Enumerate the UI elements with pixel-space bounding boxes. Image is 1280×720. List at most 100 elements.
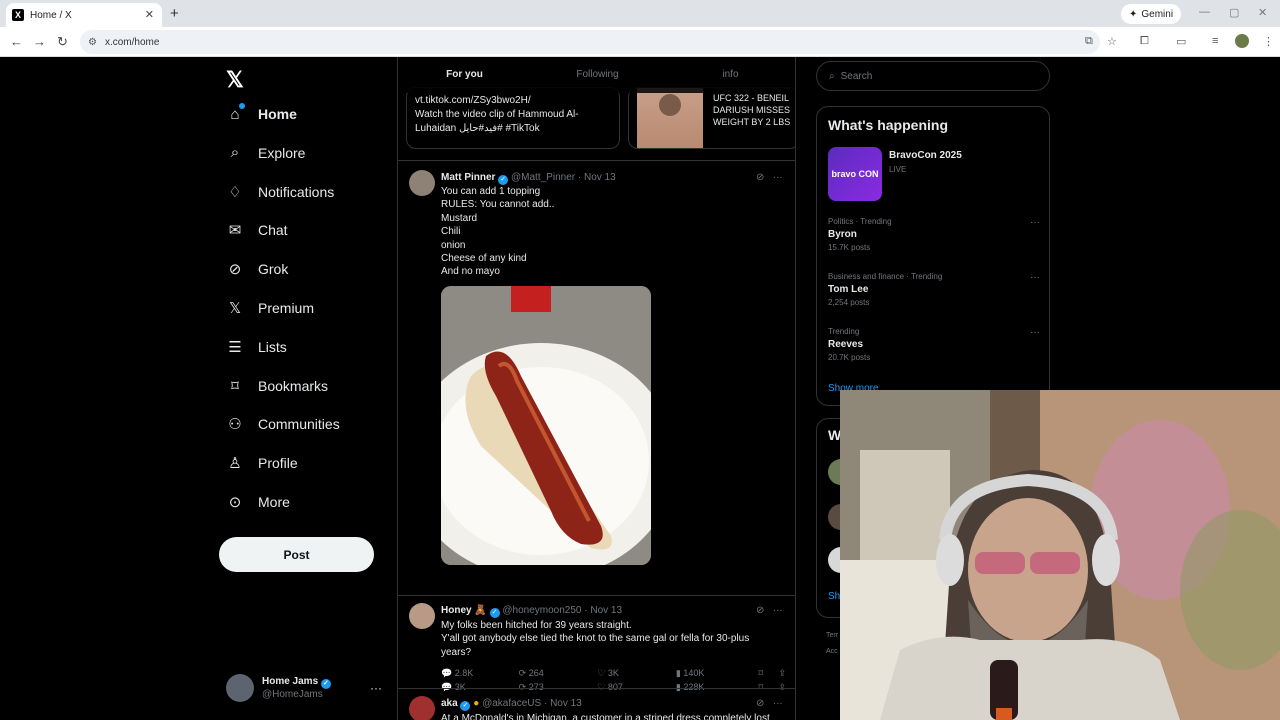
site-info-icon[interactable]: ⚙ [88,37,97,48]
timeline-tabs: For you Following info [398,57,795,93]
grok-icon[interactable]: ⊘ [756,605,764,616]
tweet-more-icon[interactable]: ··· [773,698,783,709]
author-handle[interactable]: @Matt_Pinner [511,172,575,183]
bookmark-star-icon[interactable]: ☆ [1107,35,1117,48]
news-card-line-2: DARIUSH MISSES [713,105,791,115]
tab-for-you[interactable]: For you [398,57,531,93]
link-card[interactable]: vt.tiktok.com/ZSy3bwo2H/ Watch the video… [406,87,620,149]
reply-button[interactable]: 💬 2.8K [441,668,519,679]
panel-title: What's happening [828,117,948,133]
author-handle[interactable]: @akafaceUS [482,698,541,709]
sidebar-item-more[interactable]: ⊙ More [226,493,290,511]
author-handle[interactable]: @honeymoon250 [502,605,581,616]
extensions-icon[interactable]: ⧠ [1140,35,1149,48]
trend-more-icon[interactable]: ··· [1030,217,1040,228]
trend-more-icon[interactable]: ··· [1030,327,1040,338]
avatar[interactable] [409,603,435,629]
x-logo-icon[interactable]: 𝕏 [226,67,244,93]
tweet-header: Honey 🧸 ✓ @honeymoon250 · Nov 13 [441,605,622,618]
sidebar-item-lists[interactable]: ☰ Lists [226,338,287,356]
hotdog-photo[interactable] [441,286,651,565]
avatar[interactable] [409,170,435,196]
browser-menu-icon[interactable]: ⋮ [1263,35,1274,48]
tweet-text: At a McDonald's in Michigan, a customer … [441,712,781,720]
sidebar-item-profile[interactable]: ♙ Profile [226,454,298,472]
post-button[interactable]: Post [219,537,374,572]
sidebar-item-chat[interactable]: ✉ Chat [226,221,288,239]
footer-link[interactable]: Acc [826,644,838,660]
search-input[interactable]: ⌕ Search [816,61,1050,91]
author-name[interactable]: Matt Pinner [441,172,495,183]
footer-link[interactable]: Terr [826,628,838,644]
sidebar-item-label: Profile [258,455,298,472]
forward-icon[interactable]: → [33,34,46,49]
tweet-more-icon[interactable]: ··· [773,172,783,183]
media-icon[interactable]: ≡ [1212,35,1218,47]
new-tab-button[interactable]: + [170,5,179,22]
sidebar-item-label: Premium [258,300,315,316]
gemini-icon: ✦ [1129,8,1138,20]
url-field[interactable]: ⚙ x.com/home [80,30,1100,54]
tweet-text: My folks been hitched for 39 years strai… [441,619,781,659]
sidebar-item-home[interactable]: ⌂ Home [226,103,297,123]
show-more-link[interactable]: Sh [828,591,840,602]
back-icon[interactable]: ← [10,34,23,49]
author-name[interactable]: aka [441,698,458,709]
tab-info[interactable]: info [664,57,795,93]
cast-icon[interactable]: ▭ [1176,35,1186,48]
name-emoji: 🧸 [474,605,487,616]
repost-button[interactable]: ⟳ 264 [519,668,598,679]
sidebar-item-explore[interactable]: ⌕ Explore [226,144,306,162]
sidebar-item-grok[interactable]: ⊘ Grok [226,260,289,278]
account-more-icon[interactable]: ··· [370,681,382,695]
grok-icon[interactable]: ⊘ [756,172,764,183]
trend-item[interactable]: Trending Reeves 20.7K posts [828,325,870,364]
sidebar-item-premium[interactable]: 𝕏 Premium [226,299,314,317]
grok-icon[interactable]: ⊘ [756,698,764,709]
bookmark-icon[interactable]: ⌑ [759,668,779,679]
tweet[interactable]: Honey 🧸 ✓ @honeymoon250 · Nov 13 ⊘ ··· M… [398,595,795,687]
search-placeholder: Search [840,70,873,82]
trend-item[interactable]: Politics · Trending Byron 15.7K posts [828,215,892,254]
trend-posts: 15.7K posts [828,243,871,252]
tweet-date[interactable]: Nov 13 [550,698,582,709]
gemini-button[interactable]: ✦ Gemini [1121,4,1182,24]
trend-item[interactable]: Business and finance · Trending Tom Lee … [828,270,942,309]
browser-tab[interactable]: X Home / X ✕ [6,3,162,27]
like-button[interactable]: ♡ 3K [597,668,676,679]
trend-more-icon[interactable]: ··· [1030,272,1040,283]
account-handle: @HomeJams [262,689,323,700]
bell-icon: ♢ [228,183,242,201]
account-switcher[interactable]: Home Jams ✓ @HomeJams [226,674,331,702]
reload-icon[interactable]: ↻ [57,34,68,50]
bravocon-image[interactable]: bravo CON [828,147,882,201]
tweet[interactable]: Matt Pinner ✓ @Matt_Pinner · Nov 13 ⊘ ··… [398,160,795,692]
tweet[interactable]: aka ✓ ● @akafaceUS · Nov 13 ⊘ ··· At a M… [398,688,795,720]
maximize-icon[interactable]: ▢ [1229,6,1239,19]
tweet-date[interactable]: Nov 13 [584,172,616,183]
search-icon: ⌕ [829,70,835,82]
window-close-icon[interactable]: ✕ [1258,6,1267,19]
news-card[interactable]: UFC 322 - BENEIL DARIUSH MISSES WEIGHT B… [628,87,795,149]
minimize-icon[interactable]: — [1199,6,1210,18]
verified-icon: ✓ [498,175,509,185]
tweet-date[interactable]: Nov 13 [590,605,622,616]
close-tab-icon[interactable]: ✕ [145,8,154,21]
avatar[interactable] [409,696,435,720]
sidebar-item-bookmarks[interactable]: ⌑ Bookmarks [226,377,328,395]
tab-following[interactable]: Following [531,57,664,93]
browser-profile-avatar[interactable] [1235,34,1249,48]
share-icon[interactable]: ⇪ [778,668,786,679]
tweet-more-icon[interactable]: ··· [773,605,783,616]
sidebar-item-notifications[interactable]: ♢ Notifications [226,183,334,201]
sidebar-item-label: Chat [258,222,288,239]
tweet-line: Chili [441,226,461,238]
left-navigation: 𝕏 ⌂ Home ⌕ Explore ♢ Notifications ✉ Chat ⊘ Grok 𝕏… [0,57,397,720]
sidebar-item-communities[interactable]: ⚇ Communities [226,415,339,433]
views-button[interactable]: ▮ 140K [676,668,759,679]
event-title[interactable]: BravoCon 2025 [889,150,962,161]
verified-icon: ✓ [320,679,331,689]
author-name[interactable]: Honey [441,605,472,616]
tweet-text: You can add 1 topping RULES: You cannot … [441,185,781,279]
install-app-icon[interactable]: ⧉ [1085,35,1093,48]
